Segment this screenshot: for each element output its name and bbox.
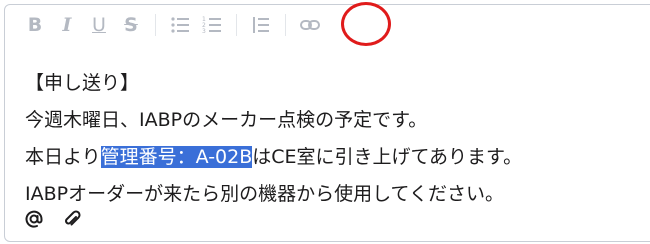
toolbar-divider — [285, 14, 286, 36]
svg-text:3: 3 — [202, 28, 206, 35]
bullet-list-icon — [171, 17, 189, 33]
message-line: IABPオーダーが来たら別の機器から使用してください。 — [25, 183, 504, 205]
mention-button[interactable] — [21, 206, 47, 232]
toolbar-divider — [155, 14, 156, 36]
composer-footer — [21, 206, 85, 232]
underline-button[interactable]: U — [83, 9, 115, 41]
toolbar-divider — [236, 14, 237, 36]
link-icon — [300, 20, 320, 30]
message-line: 今週木曜日、IABPのメーカー点検の予定です。 — [25, 109, 428, 131]
italic-button[interactable]: I — [51, 9, 83, 41]
message-body[interactable]: 【申し送り】 今週木曜日、IABPのメーカー点検の予定です。 本日より管理番号：… — [25, 65, 650, 213]
strikethrough-button[interactable]: S — [115, 9, 147, 41]
formatting-toolbar: B I U S 1 2 3 — [5, 5, 650, 45]
link-button[interactable] — [294, 9, 326, 41]
bold-icon: B — [27, 13, 43, 36]
message-editor[interactable]: B I U S 1 2 3 【申し送り】 今週木曜日、IABPのメーカー点検の予… — [4, 4, 650, 242]
attachment-icon — [65, 210, 81, 226]
message-line: 【申し送り】 — [25, 72, 140, 94]
blockquote-button[interactable] — [245, 9, 277, 41]
blockquote-icon — [253, 17, 269, 33]
message-line: 本日より管理番号：A-02BはCE室に引き上げてあります。 — [25, 139, 650, 176]
italic-icon: I — [62, 13, 72, 36]
bold-button[interactable]: B — [19, 9, 51, 41]
underline-icon: U — [92, 13, 106, 36]
strikethrough-icon: S — [124, 13, 138, 36]
mention-icon — [25, 210, 43, 228]
numbered-list-button[interactable]: 1 2 3 — [196, 9, 228, 41]
text-segment: はCE室に引き上げてあります。 — [252, 146, 523, 168]
bullet-list-button[interactable] — [164, 9, 196, 41]
attachment-button[interactable] — [59, 206, 85, 232]
text-segment: 本日より — [25, 146, 101, 168]
numbered-list-icon: 1 2 3 — [202, 16, 221, 35]
selected-text: 管理番号：A-02B — [100, 146, 253, 168]
